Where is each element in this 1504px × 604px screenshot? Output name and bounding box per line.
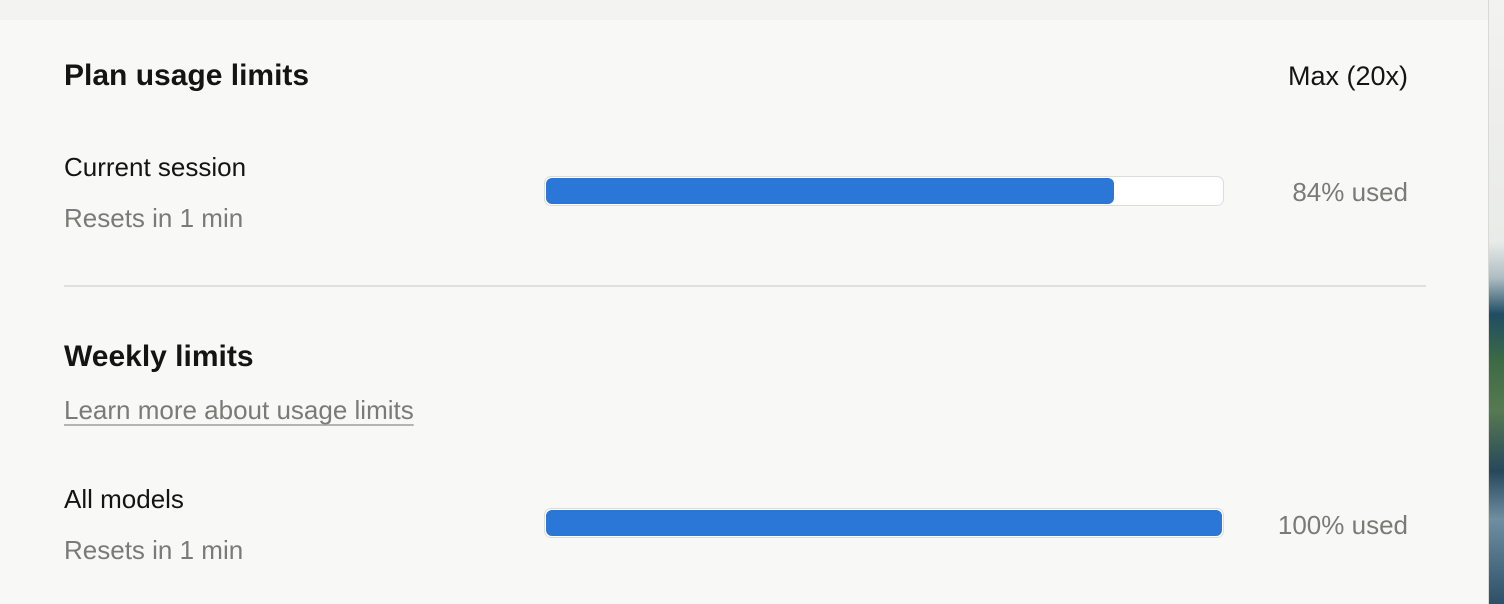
desktop-background-edge bbox=[1489, 0, 1504, 604]
current-session-progress-fill bbox=[546, 178, 1114, 204]
plan-usage-heading: Plan usage limits bbox=[64, 59, 310, 92]
all-models-reset-text: Resets in 1 min bbox=[64, 535, 244, 565]
learn-more-link[interactable]: Learn more about usage limits bbox=[64, 394, 414, 426]
usage-panel: Plan usage limits Max (20x) Current sess… bbox=[0, 0, 1489, 604]
current-session-used-text: 84% used bbox=[1292, 177, 1408, 207]
all-models-used-text: 100% used bbox=[1277, 510, 1408, 540]
current-session-reset-text: Resets in 1 min bbox=[64, 203, 244, 233]
current-session-label: Current session bbox=[64, 152, 247, 182]
section-divider bbox=[64, 285, 1426, 287]
top-strip bbox=[0, 0, 1488, 20]
all-models-label: All models bbox=[64, 484, 184, 514]
current-session-progress-bar bbox=[544, 176, 1224, 206]
weekly-limits-heading: Weekly limits bbox=[64, 340, 254, 373]
plan-name: Max (20x) bbox=[1287, 61, 1408, 91]
all-models-progress-fill bbox=[546, 510, 1222, 536]
all-models-progress-bar bbox=[544, 508, 1224, 538]
